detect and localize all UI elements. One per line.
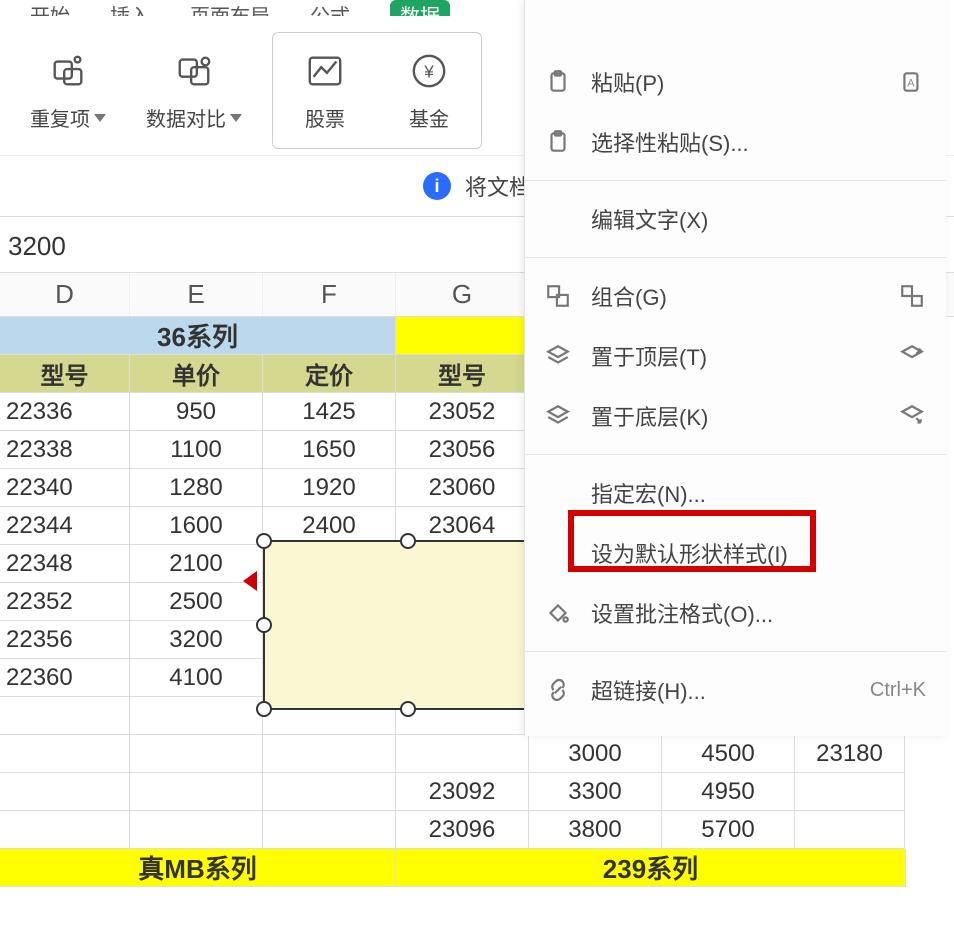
menu-label: 选择性粘贴(S)... <box>591 126 880 158</box>
menu-separator <box>525 454 946 455</box>
format-icon[interactable] <box>898 128 926 156</box>
clipboard-icon <box>543 67 573 97</box>
menu-paste[interactable]: 粘贴(P) A <box>525 52 946 112</box>
tab-data[interactable]: 数据 <box>390 0 450 16</box>
svg-text:A: A <box>907 77 915 89</box>
menu-group[interactable]: 组合(G) <box>525 266 946 326</box>
info-text: 将文档 <box>465 170 531 202</box>
menu-edit-text[interactable]: 编辑文字(X) <box>525 189 946 249</box>
fund-label: 基金 <box>409 103 449 132</box>
hdr-listprice: 定价 <box>263 355 396 393</box>
table-cell[interactable]: 22336 <box>0 393 130 431</box>
banner-gap <box>396 317 529 355</box>
menu-separator <box>525 651 946 652</box>
col-f[interactable]: F <box>263 273 396 316</box>
menu-format-comment[interactable]: 设置批注格式(O)... <box>525 583 946 643</box>
tab-insert[interactable]: 插入 <box>110 0 150 16</box>
link-icon <box>543 675 573 705</box>
menu-separator <box>525 180 946 181</box>
resize-handle[interactable] <box>400 533 416 549</box>
col-g[interactable]: G <box>396 273 529 316</box>
menu-label: 编辑文字(X) <box>591 203 926 235</box>
resize-handle[interactable] <box>400 701 416 717</box>
comment-anchor-icon <box>243 571 257 591</box>
hdr-unitprice: 单价 <box>130 355 263 393</box>
chevron-down-icon <box>94 114 106 122</box>
resize-handle[interactable] <box>256 533 272 549</box>
resize-handle[interactable] <box>256 617 272 633</box>
bring-front-icon[interactable] <box>898 342 926 370</box>
tab-formula[interactable]: 公式 <box>310 0 350 16</box>
menu-send-back[interactable]: 置于底层(K) <box>525 386 946 446</box>
banner-239: 239系列 <box>396 849 906 887</box>
menu-paste-special[interactable]: 选择性粘贴(S)... <box>525 112 946 172</box>
paint-bucket-icon <box>543 598 573 628</box>
col-d[interactable]: D <box>0 273 130 316</box>
layers-icon <box>543 401 573 431</box>
fund-button[interactable]: ¥ 基金 <box>397 43 461 138</box>
hdr-model: 型号 <box>0 355 130 393</box>
stock-icon <box>303 49 347 93</box>
data-compare-button[interactable]: 数据对比 <box>136 43 252 138</box>
menu-label: 置于顶层(T) <box>591 340 880 372</box>
compare-label: 数据对比 <box>146 103 226 132</box>
compare-icon <box>172 49 216 93</box>
menu-shortcut: Ctrl+K <box>870 679 926 702</box>
menu-cut[interactable] <box>525 6 946 52</box>
banner-36: 36系列 <box>0 317 396 355</box>
group-options-icon[interactable] <box>898 282 926 310</box>
menu-separator <box>525 257 946 258</box>
group-icon <box>543 281 573 311</box>
match-format-icon[interactable]: A <box>898 68 926 96</box>
cut-icon <box>543 8 573 38</box>
comment-box[interactable] <box>263 540 553 710</box>
banner-truemb: 真MB系列 <box>0 849 396 887</box>
context-menu: 粘贴(P) A 选择性粘贴(S)... 编辑文字(X) 组合(G) 置于顶层(T… <box>524 0 946 736</box>
menu-default-style[interactable]: 设为默认形状样式(I) <box>525 523 946 583</box>
tab-start[interactable]: 开始 <box>30 0 70 16</box>
menu-bring-front[interactable]: 置于顶层(T) <box>525 326 946 386</box>
duplicates-button[interactable]: 重复项 <box>20 43 116 138</box>
menu-label: 粘贴(P) <box>591 66 880 98</box>
menu-assign-macro[interactable]: 指定宏(N)... <box>525 463 946 523</box>
stock-button[interactable]: 股票 <box>293 43 357 138</box>
resize-handle[interactable] <box>256 701 272 717</box>
menu-label: 超链接(H)... <box>591 674 852 706</box>
menu-label: 设为默认形状样式(I) <box>591 537 926 569</box>
menu-label: 置于底层(K) <box>591 400 880 432</box>
hdr-model-2: 型号 <box>396 355 529 393</box>
fund-icon: ¥ <box>407 49 451 93</box>
clipboard-special-icon <box>543 127 573 157</box>
send-back-icon[interactable] <box>898 402 926 430</box>
layers-icon <box>543 341 573 371</box>
duplicates-label: 重复项 <box>30 103 90 132</box>
chevron-down-icon <box>230 114 242 122</box>
menu-hyperlink[interactable]: 超链接(H)... Ctrl+K <box>525 660 946 720</box>
col-e[interactable]: E <box>130 273 263 316</box>
tab-layout[interactable]: 页面布局 <box>190 0 270 16</box>
info-icon: i <box>423 172 451 200</box>
duplicates-icon <box>46 49 90 93</box>
menu-label: 设置批注格式(O)... <box>591 597 926 629</box>
svg-text:¥: ¥ <box>423 63 434 82</box>
menu-label: 指定宏(N)... <box>591 477 926 509</box>
stock-label: 股票 <box>305 103 345 132</box>
menu-label: 组合(G) <box>591 280 880 312</box>
